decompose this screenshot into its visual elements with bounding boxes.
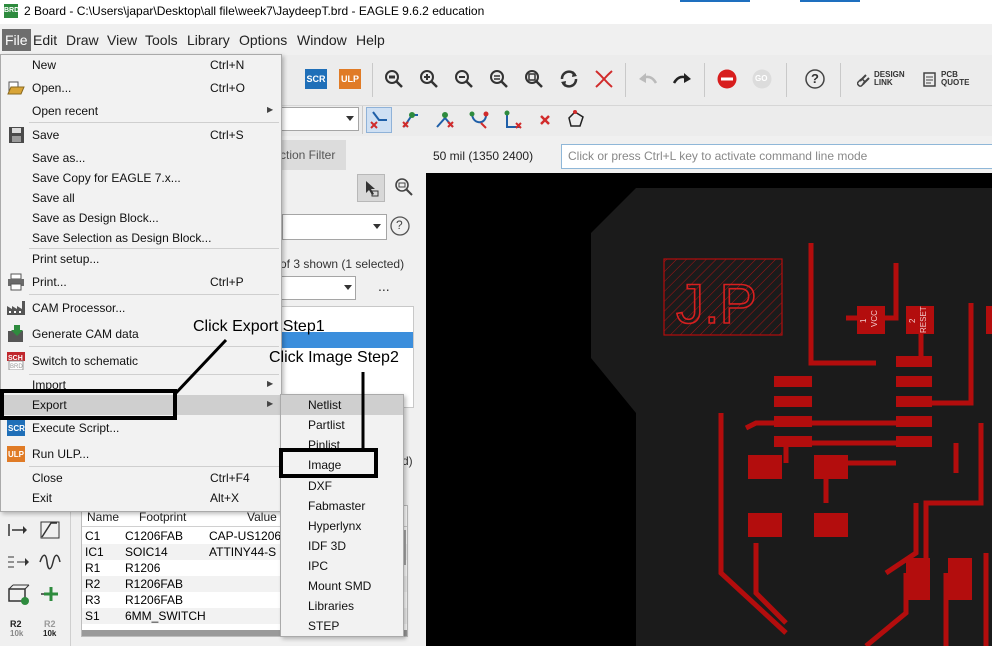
annotation-line-step1 (173, 338, 228, 396)
annotation-box-image (279, 448, 378, 478)
annotation-box-export (0, 389, 177, 420)
annotation-arrows (173, 338, 365, 450)
